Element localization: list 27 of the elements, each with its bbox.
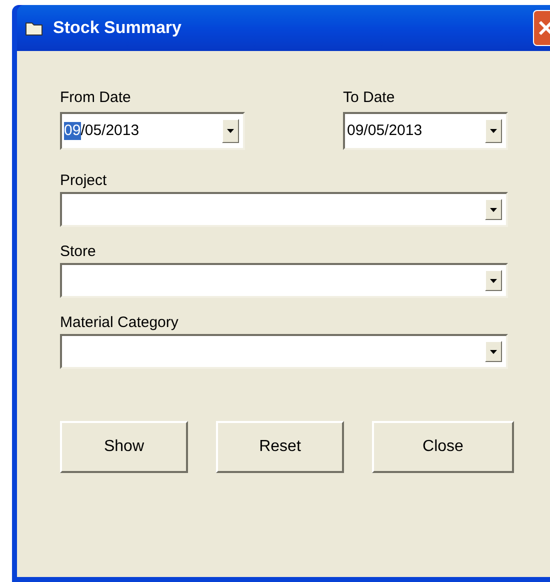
caret-icon <box>490 208 498 212</box>
window-icon <box>25 20 43 36</box>
caret-icon <box>490 278 498 282</box>
dropdown-button[interactable] <box>485 199 502 220</box>
dialog-button[interactable]: Reset <box>216 421 344 473</box>
field-label: Store <box>60 243 97 261</box>
date-text: 09 <box>64 122 81 140</box>
dropdown-button[interactable] <box>485 341 502 362</box>
combo-box[interactable] <box>60 334 508 369</box>
caret-icon <box>490 129 498 133</box>
window-title: Stock Summary <box>53 17 182 40</box>
dropdown-button[interactable] <box>485 270 502 291</box>
dialog-button[interactable]: Close <box>372 421 514 473</box>
combo-box[interactable] <box>60 192 508 227</box>
dropdown-button[interactable] <box>485 119 502 143</box>
close-icon[interactable] <box>533 10 550 46</box>
date-text: 09/05/2013 <box>347 122 422 140</box>
field-label: Project <box>60 172 108 190</box>
combo-box[interactable] <box>60 263 508 298</box>
dialog-button[interactable]: Show <box>60 421 188 473</box>
caret-icon <box>490 350 498 354</box>
field-label: To Date <box>343 89 396 107</box>
date-field[interactable]: 09/05/2013 <box>343 112 508 150</box>
field-label: From Date <box>60 89 132 107</box>
field-label: Material Category <box>60 314 180 332</box>
dropdown-button[interactable] <box>222 119 239 143</box>
caret-icon <box>226 129 234 133</box>
